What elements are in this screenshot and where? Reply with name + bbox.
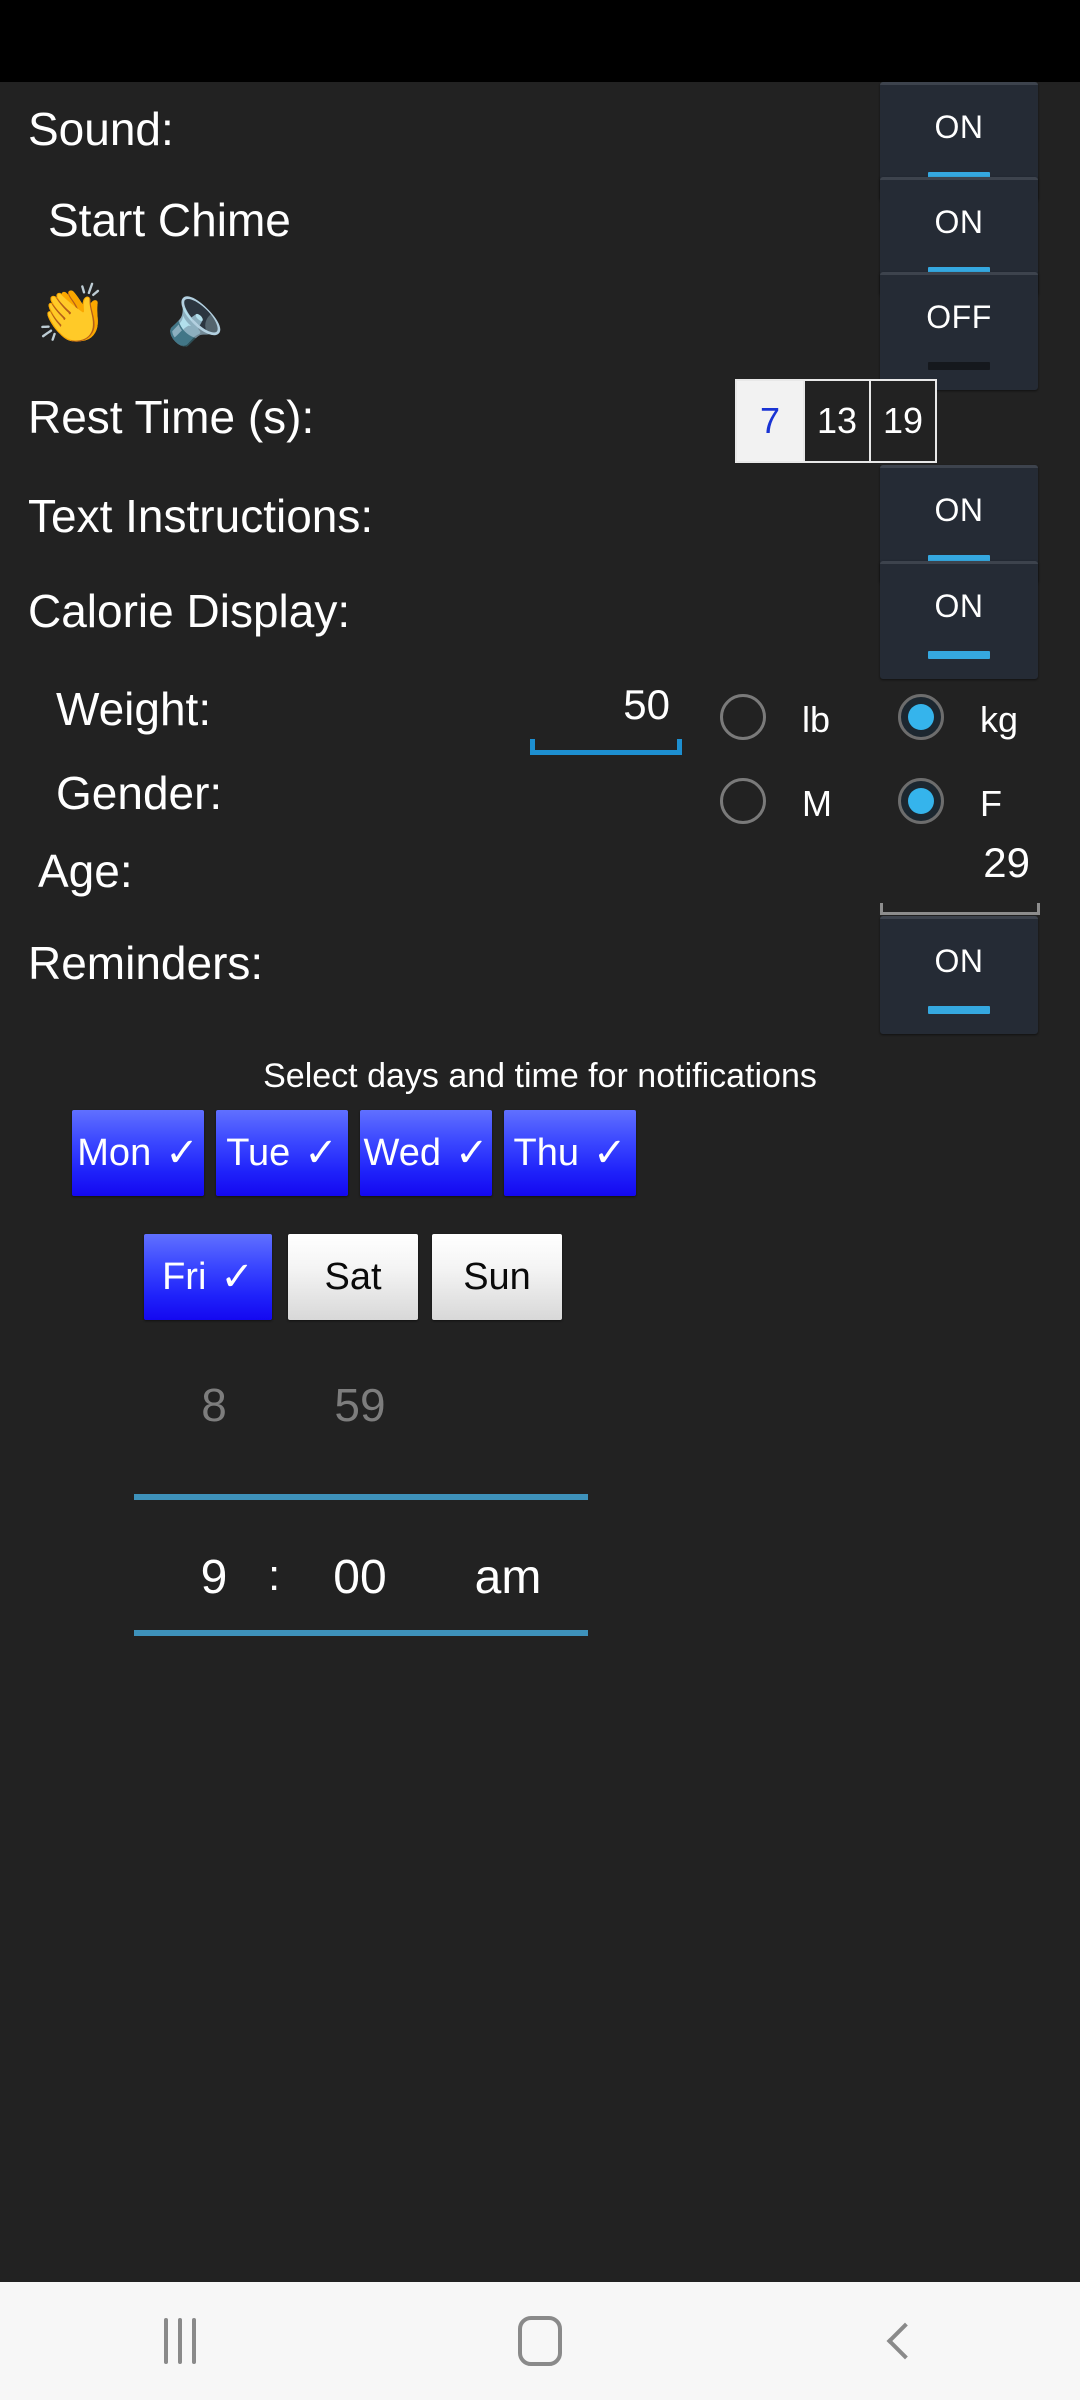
minute-previous-value: 59	[334, 1379, 386, 1431]
check-icon: ✓	[454, 1131, 489, 1175]
day-button-label: Mon	[77, 1131, 152, 1174]
sound-label: Sound:	[28, 103, 174, 155]
row-clap-sound: 👏 🔈 OFF	[0, 272, 1080, 390]
start-chime-toggle-label: ON	[934, 204, 984, 240]
start-chime-label: Start Chime	[48, 194, 291, 246]
reminder-hint-text: Select days and time for notifications	[263, 1057, 817, 1095]
meridiem-divider-top	[428, 1494, 588, 1500]
clap-sound-toggle-label: OFF	[926, 299, 992, 335]
day-button-label: Fri	[162, 1255, 207, 1298]
clap-sound-toggle-indicator	[928, 362, 990, 370]
hour-divider-top	[134, 1494, 294, 1500]
calorie-display-toggle-indicator	[928, 651, 990, 659]
check-icon: ✓	[220, 1255, 254, 1299]
day-button-tue[interactable]: Tue ✓	[216, 1110, 348, 1196]
rest-time-label: Rest Time (s):	[28, 391, 315, 443]
weight-input[interactable]: 50	[380, 684, 680, 726]
weight-unit-label-kg: kg	[980, 699, 1019, 740]
recents-icon	[164, 2318, 196, 2364]
home-icon	[518, 2316, 562, 2366]
age-label: Age:	[38, 845, 133, 897]
day-button-thu[interactable]: Thu ✓	[504, 1110, 636, 1196]
hour-divider-bottom	[134, 1630, 294, 1636]
rest-time-option-2[interactable]: 19	[869, 381, 935, 461]
text-instructions-toggle-label: ON	[934, 492, 984, 528]
day-button-fri[interactable]: Fri ✓	[144, 1234, 272, 1320]
day-button-sun[interactable]: Sun	[432, 1234, 562, 1320]
row-sound: Sound: ON	[0, 82, 1080, 200]
day-button-label: Wed	[363, 1131, 441, 1174]
minute-divider-bottom	[280, 1630, 440, 1636]
reminders-toggle-indicator	[928, 1006, 990, 1014]
phone-screen: Sound: ON Start Chime ON 👏 🔈 OFF Rest Ti…	[0, 0, 1080, 2400]
weight-label: Weight:	[56, 683, 212, 735]
settings-screen: Sound: ON Start Chime ON 👏 🔈 OFF Rest Ti…	[0, 82, 1080, 2282]
weight-unit-radio-kg[interactable]	[898, 694, 944, 740]
speaker-wave-icon: 🔈	[166, 282, 239, 347]
check-icon: ✓	[165, 1131, 199, 1175]
day-button-mon[interactable]: Mon ✓	[72, 1110, 204, 1196]
reminders-toggle-button[interactable]: ON	[880, 916, 1038, 1034]
row-text-instructions: Text Instructions: ON	[0, 465, 1080, 583]
check-icon: ✓	[304, 1131, 338, 1175]
row-start-chime: Start Chime ON	[0, 177, 1080, 295]
status-bar	[0, 0, 1080, 82]
rest-time-option-0[interactable]: 7	[737, 381, 803, 461]
gender-radio-f[interactable]	[898, 778, 944, 824]
rest-time-option-1[interactable]: 13	[803, 381, 869, 461]
clapping-hands-icon: 👏	[36, 282, 109, 347]
day-button-label: Tue	[226, 1131, 291, 1174]
meridiem-divider-bottom	[428, 1630, 588, 1636]
age-input[interactable]: 29	[740, 842, 1040, 884]
day-button-label: Sat	[324, 1255, 382, 1298]
reminder-time-picker[interactable]: 8 9 : 59 00 am	[0, 1382, 1080, 1642]
reminders-toggle-label: ON	[934, 943, 984, 979]
rest-time-segmented-control[interactable]: 7 13 19	[735, 379, 937, 463]
system-navigation-bar	[0, 2282, 1080, 2400]
back-button[interactable]	[800, 2282, 1000, 2400]
clap-sound-icons: 👏 🔈	[36, 286, 238, 344]
recents-button[interactable]	[80, 2282, 280, 2400]
minute-divider-top	[280, 1494, 440, 1500]
day-button-label: Sun	[463, 1255, 531, 1298]
sound-toggle-label: ON	[934, 109, 984, 145]
day-button-sat[interactable]: Sat	[288, 1234, 418, 1320]
gender-radio-m[interactable]	[720, 778, 766, 824]
meridiem-value[interactable]: am	[406, 1554, 610, 1602]
check-icon: ✓	[592, 1131, 627, 1175]
gender-label-m: M	[802, 783, 832, 824]
row-calorie-display: Calorie Display: ON	[0, 561, 1080, 679]
day-button-wed[interactable]: Wed ✓	[360, 1110, 492, 1196]
row-reminders: Reminders: ON	[0, 912, 1080, 1034]
text-instructions-label: Text Instructions:	[28, 490, 374, 542]
weight-unit-radio-lb[interactable]	[720, 694, 766, 740]
weight-unit-label-lb: lb	[802, 699, 831, 740]
calorie-display-label: Calorie Display:	[28, 585, 351, 637]
day-button-label: Thu	[513, 1131, 579, 1174]
gender-label: Gender:	[56, 767, 223, 819]
reminders-label: Reminders:	[28, 937, 264, 989]
back-icon	[886, 2322, 924, 2360]
calorie-display-toggle-label: ON	[934, 588, 984, 624]
home-button[interactable]	[440, 2282, 640, 2400]
gender-label-f: F	[980, 783, 1002, 824]
